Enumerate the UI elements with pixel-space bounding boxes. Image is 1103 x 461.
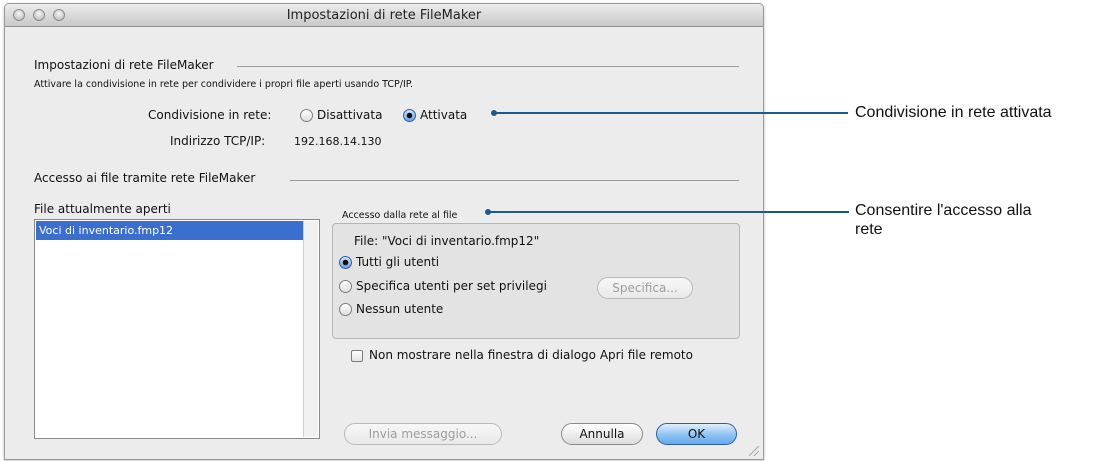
sharing-off-label[interactable]: Disattivata — [317, 108, 382, 122]
hide-in-open-remote-checkbox[interactable] — [351, 350, 363, 362]
section-divider — [290, 180, 739, 181]
privilege-set-radio[interactable] — [339, 280, 352, 293]
callout-line — [488, 211, 849, 213]
cancel-button[interactable]: Annulla — [561, 423, 643, 445]
list-item[interactable]: Voci di inventario.fmp12 — [36, 221, 304, 240]
list-scrollbar[interactable] — [303, 221, 318, 437]
privilege-set-label[interactable]: Specifica utenti per set privilegi — [356, 279, 547, 293]
ok-button[interactable]: OK — [656, 423, 737, 445]
no-users-radio[interactable] — [339, 303, 352, 316]
callout-access-text: Consentire l'accesso alla rete — [855, 201, 1031, 239]
window-title: Impostazioni di rete FileMaker — [286, 8, 482, 23]
all-users-radio[interactable] — [339, 256, 352, 269]
no-users-label[interactable]: Nessun utente — [356, 302, 443, 316]
ip-address-value: 192.168.14.130 — [294, 135, 382, 148]
specify-button[interactable]: Specifica... — [597, 277, 693, 299]
open-files-list[interactable]: Voci di inventario.fmp12 — [34, 219, 320, 439]
selected-file-line: File: "Voci di inventario.fmp12" — [354, 234, 540, 248]
network-sharing-label: Condivisione in rete: — [148, 108, 272, 122]
send-message-button[interactable]: Invia messaggio... — [344, 423, 502, 445]
callout-access-line1: Consentire l'accesso alla — [855, 202, 1032, 219]
network-section-title: Impostazioni di rete FileMaker — [34, 58, 214, 72]
title-bar[interactable]: Impostazioni di rete FileMaker — [5, 4, 763, 27]
file-access-section-title: Accesso ai file tramite rete FileMaker — [34, 171, 256, 185]
callout-access-line2: rete — [855, 221, 883, 238]
sharing-on-label[interactable]: Attivata — [420, 108, 467, 122]
hide-in-open-remote-label[interactable]: Non mostrare nella finestra di dialogo A… — [369, 348, 693, 362]
sharing-off-radio[interactable] — [300, 109, 313, 122]
section-divider — [237, 66, 739, 67]
network-settings-dialog: Impostazioni di rete FileMaker Impostazi… — [4, 3, 764, 460]
resize-grip[interactable] — [749, 446, 759, 456]
open-files-label: File attualmente aperti — [34, 202, 171, 216]
sharing-on-radio[interactable] — [403, 109, 416, 122]
callout-sharing-text: Condivisione in rete attivata — [855, 104, 1052, 121]
callout-line — [494, 112, 848, 114]
ip-address-label: Indirizzo TCP/IP: — [170, 134, 266, 148]
all-users-label[interactable]: Tutti gli utenti — [356, 255, 439, 269]
network-description: Attivare la condivisione in rete per con… — [34, 79, 414, 90]
network-access-group-label: Accesso dalla rete al file — [342, 210, 458, 221]
